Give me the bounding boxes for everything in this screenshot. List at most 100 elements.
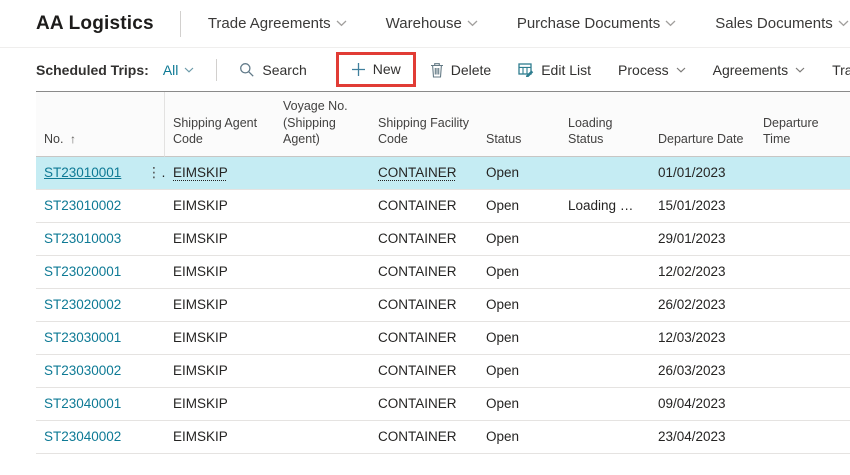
column-header-no[interactable]: No. ↑ — [36, 92, 139, 157]
cell-status[interactable]: Open — [478, 289, 560, 322]
process-menu-button[interactable]: Process — [618, 62, 686, 78]
cell-voyage[interactable] — [275, 421, 370, 454]
cell-voyage[interactable] — [275, 256, 370, 289]
table-row[interactable]: ST23010001 ⋮ EIMSKIP CONTAINER Open 01/0… — [36, 157, 850, 190]
cell-status[interactable]: Open — [478, 421, 560, 454]
row-menu-cell[interactable] — [139, 355, 165, 388]
table-row[interactable]: ST23030001 EIMSKIP CONTAINER Open 12/03/… — [36, 322, 850, 355]
cell-voyage[interactable] — [275, 388, 370, 421]
app-title[interactable]: AA Logistics — [36, 13, 154, 35]
search-button[interactable]: Search — [239, 62, 306, 78]
cell-departure-time[interactable] — [755, 256, 850, 289]
nav-item-sales-documents[interactable]: Sales Documents — [715, 15, 849, 32]
cell-departure-time[interactable] — [755, 157, 850, 190]
cell-departure-time[interactable] — [755, 355, 850, 388]
cell-departure-date[interactable]: 26/03/2023 — [650, 355, 755, 388]
column-header-loading-status[interactable]: Loading Status — [560, 92, 650, 157]
cell-voyage[interactable] — [275, 289, 370, 322]
nav-item-warehouse[interactable]: Warehouse — [386, 15, 478, 32]
column-header-shipping-facility-code[interactable]: Shipping Facility Code — [370, 92, 478, 157]
column-header-departure-date[interactable]: Departure Date — [650, 92, 755, 157]
cell-no[interactable]: ST23030002 — [36, 355, 139, 388]
table-row[interactable]: ST23040002 EIMSKIP CONTAINER Open 23/04/… — [36, 421, 850, 454]
cell-facility[interactable]: CONTAINER — [370, 355, 478, 388]
cell-status[interactable]: Open — [478, 190, 560, 223]
cell-voyage[interactable] — [275, 322, 370, 355]
cell-facility[interactable]: CONTAINER — [370, 157, 478, 190]
cell-loading-status[interactable]: Loading Co... — [560, 190, 650, 223]
cell-voyage[interactable] — [275, 190, 370, 223]
cell-facility[interactable]: CONTAINER — [370, 322, 478, 355]
table-row[interactable]: ST23020002 EIMSKIP CONTAINER Open 26/02/… — [36, 289, 850, 322]
new-button[interactable]: New — [351, 61, 401, 77]
cell-status[interactable]: Open — [478, 355, 560, 388]
cell-facility[interactable]: CONTAINER — [370, 289, 478, 322]
cell-departure-date[interactable]: 12/03/2023 — [650, 322, 755, 355]
nav-item-purchase-documents[interactable]: Purchase Documents — [517, 15, 676, 32]
row-menu-cell[interactable] — [139, 223, 165, 256]
cell-departure-time[interactable] — [755, 190, 850, 223]
cell-facility[interactable]: CONTAINER — [370, 256, 478, 289]
cell-shipping-agent[interactable]: EIMSKIP — [165, 355, 275, 388]
cell-loading-status[interactable] — [560, 388, 650, 421]
cell-shipping-agent[interactable]: EIMSKIP — [165, 190, 275, 223]
cell-shipping-agent[interactable]: EIMSKIP — [165, 256, 275, 289]
cell-departure-time[interactable] — [755, 322, 850, 355]
cell-voyage[interactable] — [275, 355, 370, 388]
table-row[interactable]: ST23020001 EIMSKIP CONTAINER Open 12/02/… — [36, 256, 850, 289]
cell-loading-status[interactable] — [560, 355, 650, 388]
cell-facility[interactable]: CONTAINER — [370, 190, 478, 223]
cell-shipping-agent[interactable]: EIMSKIP — [165, 223, 275, 256]
column-header-departure-time[interactable]: Departure Time — [755, 92, 850, 157]
cell-shipping-agent[interactable]: EIMSKIP — [165, 421, 275, 454]
cell-departure-date[interactable]: 09/04/2023 — [650, 388, 755, 421]
cell-departure-time[interactable] — [755, 421, 850, 454]
table-row[interactable]: ST23010002 EIMSKIP CONTAINER Open Loadin… — [36, 190, 850, 223]
cell-departure-time[interactable] — [755, 223, 850, 256]
cell-status[interactable]: Open — [478, 388, 560, 421]
agreements-menu-button[interactable]: Agreements — [713, 62, 805, 78]
row-menu-cell[interactable]: ⋮ — [139, 157, 165, 190]
table-row[interactable]: ST23010003 EIMSKIP CONTAINER Open 29/01/… — [36, 223, 850, 256]
cell-departure-time[interactable] — [755, 289, 850, 322]
cell-shipping-agent[interactable]: EIMSKIP — [165, 388, 275, 421]
cell-departure-date[interactable]: 01/01/2023 — [650, 157, 755, 190]
ellipsis-menu-icon[interactable]: ⋮ — [147, 164, 165, 180]
table-row[interactable]: ST23030002 EIMSKIP CONTAINER Open 26/03/… — [36, 355, 850, 388]
column-header-shipping-agent-code[interactable]: Shipping Agent Code — [165, 92, 275, 157]
cell-status[interactable]: Open — [478, 256, 560, 289]
cell-no[interactable]: ST23040001 — [36, 388, 139, 421]
cell-loading-status[interactable] — [560, 421, 650, 454]
cell-loading-status[interactable] — [560, 157, 650, 190]
cell-loading-status[interactable] — [560, 289, 650, 322]
row-menu-cell[interactable] — [139, 322, 165, 355]
cell-shipping-agent[interactable]: EIMSKIP — [165, 322, 275, 355]
cell-departure-date[interactable]: 26/02/2023 — [650, 289, 755, 322]
edit-list-button[interactable]: Edit List — [518, 62, 591, 78]
column-header-status[interactable]: Status — [478, 92, 560, 157]
row-menu-cell[interactable] — [139, 388, 165, 421]
cell-loading-status[interactable] — [560, 256, 650, 289]
cell-no[interactable]: ST23010002 — [36, 190, 139, 223]
transport-menu-button[interactable]: Transp — [832, 62, 850, 78]
cell-voyage[interactable] — [275, 223, 370, 256]
delete-button[interactable]: Delete — [430, 62, 491, 78]
cell-departure-date[interactable]: 12/02/2023 — [650, 256, 755, 289]
row-menu-cell[interactable] — [139, 421, 165, 454]
row-menu-cell[interactable] — [139, 289, 165, 322]
cell-departure-date[interactable]: 29/01/2023 — [650, 223, 755, 256]
cell-no[interactable]: ST23010001 — [36, 157, 139, 190]
cell-shipping-agent[interactable]: EIMSKIP — [165, 157, 275, 190]
view-filter-dropdown[interactable]: All — [163, 62, 195, 78]
column-header-voyage-no[interactable]: Voyage No. (Shipping Agent) — [275, 92, 370, 157]
cell-status[interactable]: Open — [478, 157, 560, 190]
cell-departure-date[interactable]: 15/01/2023 — [650, 190, 755, 223]
cell-status[interactable]: Open — [478, 322, 560, 355]
nav-item-trade-agreements[interactable]: Trade Agreements — [208, 15, 347, 32]
table-row[interactable]: ST23040001 EIMSKIP CONTAINER Open 09/04/… — [36, 388, 850, 421]
cell-voyage[interactable] — [275, 157, 370, 190]
cell-loading-status[interactable] — [560, 322, 650, 355]
cell-departure-time[interactable] — [755, 388, 850, 421]
cell-no[interactable]: ST23030001 — [36, 322, 139, 355]
cell-no[interactable]: ST23040002 — [36, 421, 139, 454]
